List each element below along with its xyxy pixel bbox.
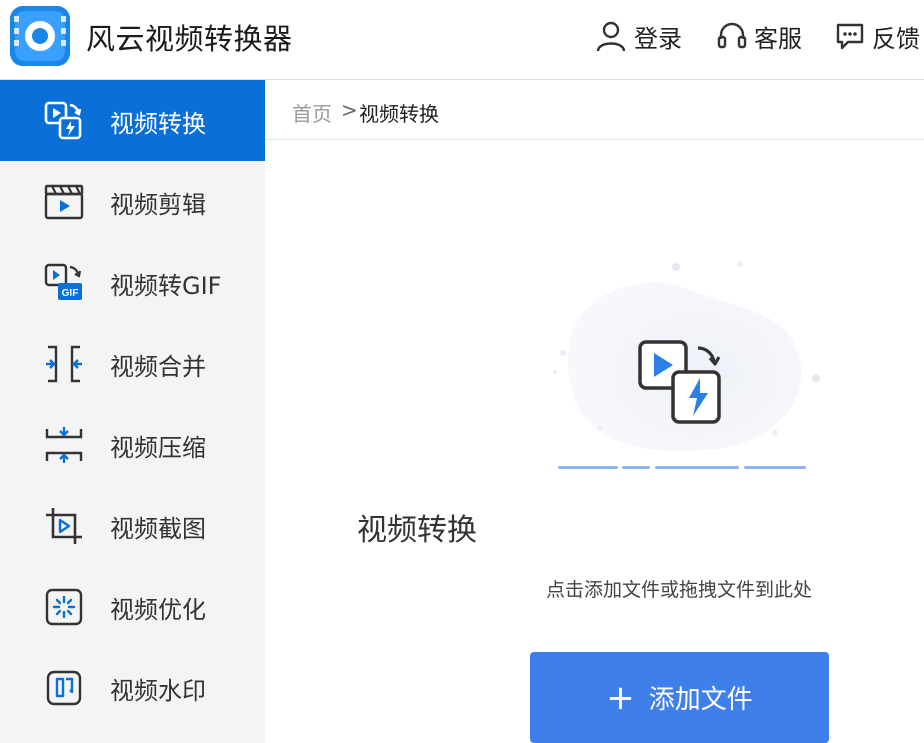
feedback-button[interactable]: 反馈 xyxy=(834,16,920,56)
compress-icon xyxy=(45,427,83,463)
app-header: 风云视频转换器 登录 客服 反馈 xyxy=(0,0,924,80)
merge-icon xyxy=(46,345,82,383)
add-file-label: 添加文件 xyxy=(648,685,753,715)
sidebar-item-video-edit[interactable]: 视频剪辑 xyxy=(0,161,265,242)
sidebar-item-video-to-gif[interactable]: GIF 视频转GIF xyxy=(0,242,265,323)
sidebar-item-label: 视频转GIF xyxy=(110,272,222,300)
login-label: 登录 xyxy=(634,24,682,53)
drop-zone-hint: 点击添加文件或拖拽文件到此处 xyxy=(545,579,812,601)
login-button[interactable]: 登录 xyxy=(594,16,682,56)
breadcrumb-home-link[interactable]: 首页 xyxy=(292,98,332,127)
drop-zone-title: 视频转换 xyxy=(357,513,477,548)
app-title: 风云视频转换器 xyxy=(86,22,293,56)
sidebar-item-label: 视频压缩 xyxy=(110,434,206,462)
seal-icon xyxy=(46,670,82,706)
breadcrumb-current: 视频转换 xyxy=(359,102,439,126)
customer-service-button[interactable]: 客服 xyxy=(716,16,802,56)
breadcrumb: 首页 > 视频转换 xyxy=(265,80,924,140)
service-label: 客服 xyxy=(754,24,802,53)
feedback-label: 反馈 xyxy=(872,24,920,53)
sidebar-item-video-compress[interactable]: 视频压缩 xyxy=(0,404,265,485)
sidebar-item-label: 视频转换 xyxy=(110,110,206,138)
drop-zone-illustration xyxy=(553,261,820,469)
video-convert-icon xyxy=(44,101,82,140)
chat-bubble-icon xyxy=(836,23,864,50)
svg-text:GIF: GIF xyxy=(62,288,79,299)
sidebar-item-label: 视频合并 xyxy=(110,353,206,381)
add-file-button[interactable]: + 添加文件 xyxy=(530,652,829,743)
sidebar-item-video-merge[interactable]: 视频合并 xyxy=(0,323,265,404)
sidebar: 视频转换 视频剪辑 GIF 视频转GIF 视频合并 视频压缩 视频截图 视频优化… xyxy=(0,80,265,743)
gif-icon: GIF xyxy=(44,263,82,300)
app-logo-icon xyxy=(10,6,70,66)
clapperboard-icon xyxy=(44,184,84,220)
breadcrumb-separator: > xyxy=(341,98,358,122)
headset-icon xyxy=(717,22,747,49)
sidebar-item-video-watermark[interactable]: 视频水印 xyxy=(0,647,265,728)
sidebar-item-label: 视频水印 xyxy=(110,677,206,705)
sidebar-item-video-convert[interactable]: 视频转换 xyxy=(0,80,265,161)
user-icon xyxy=(596,21,626,52)
sidebar-item-label: 视频剪辑 xyxy=(110,191,206,219)
plus-icon: + xyxy=(606,677,635,718)
